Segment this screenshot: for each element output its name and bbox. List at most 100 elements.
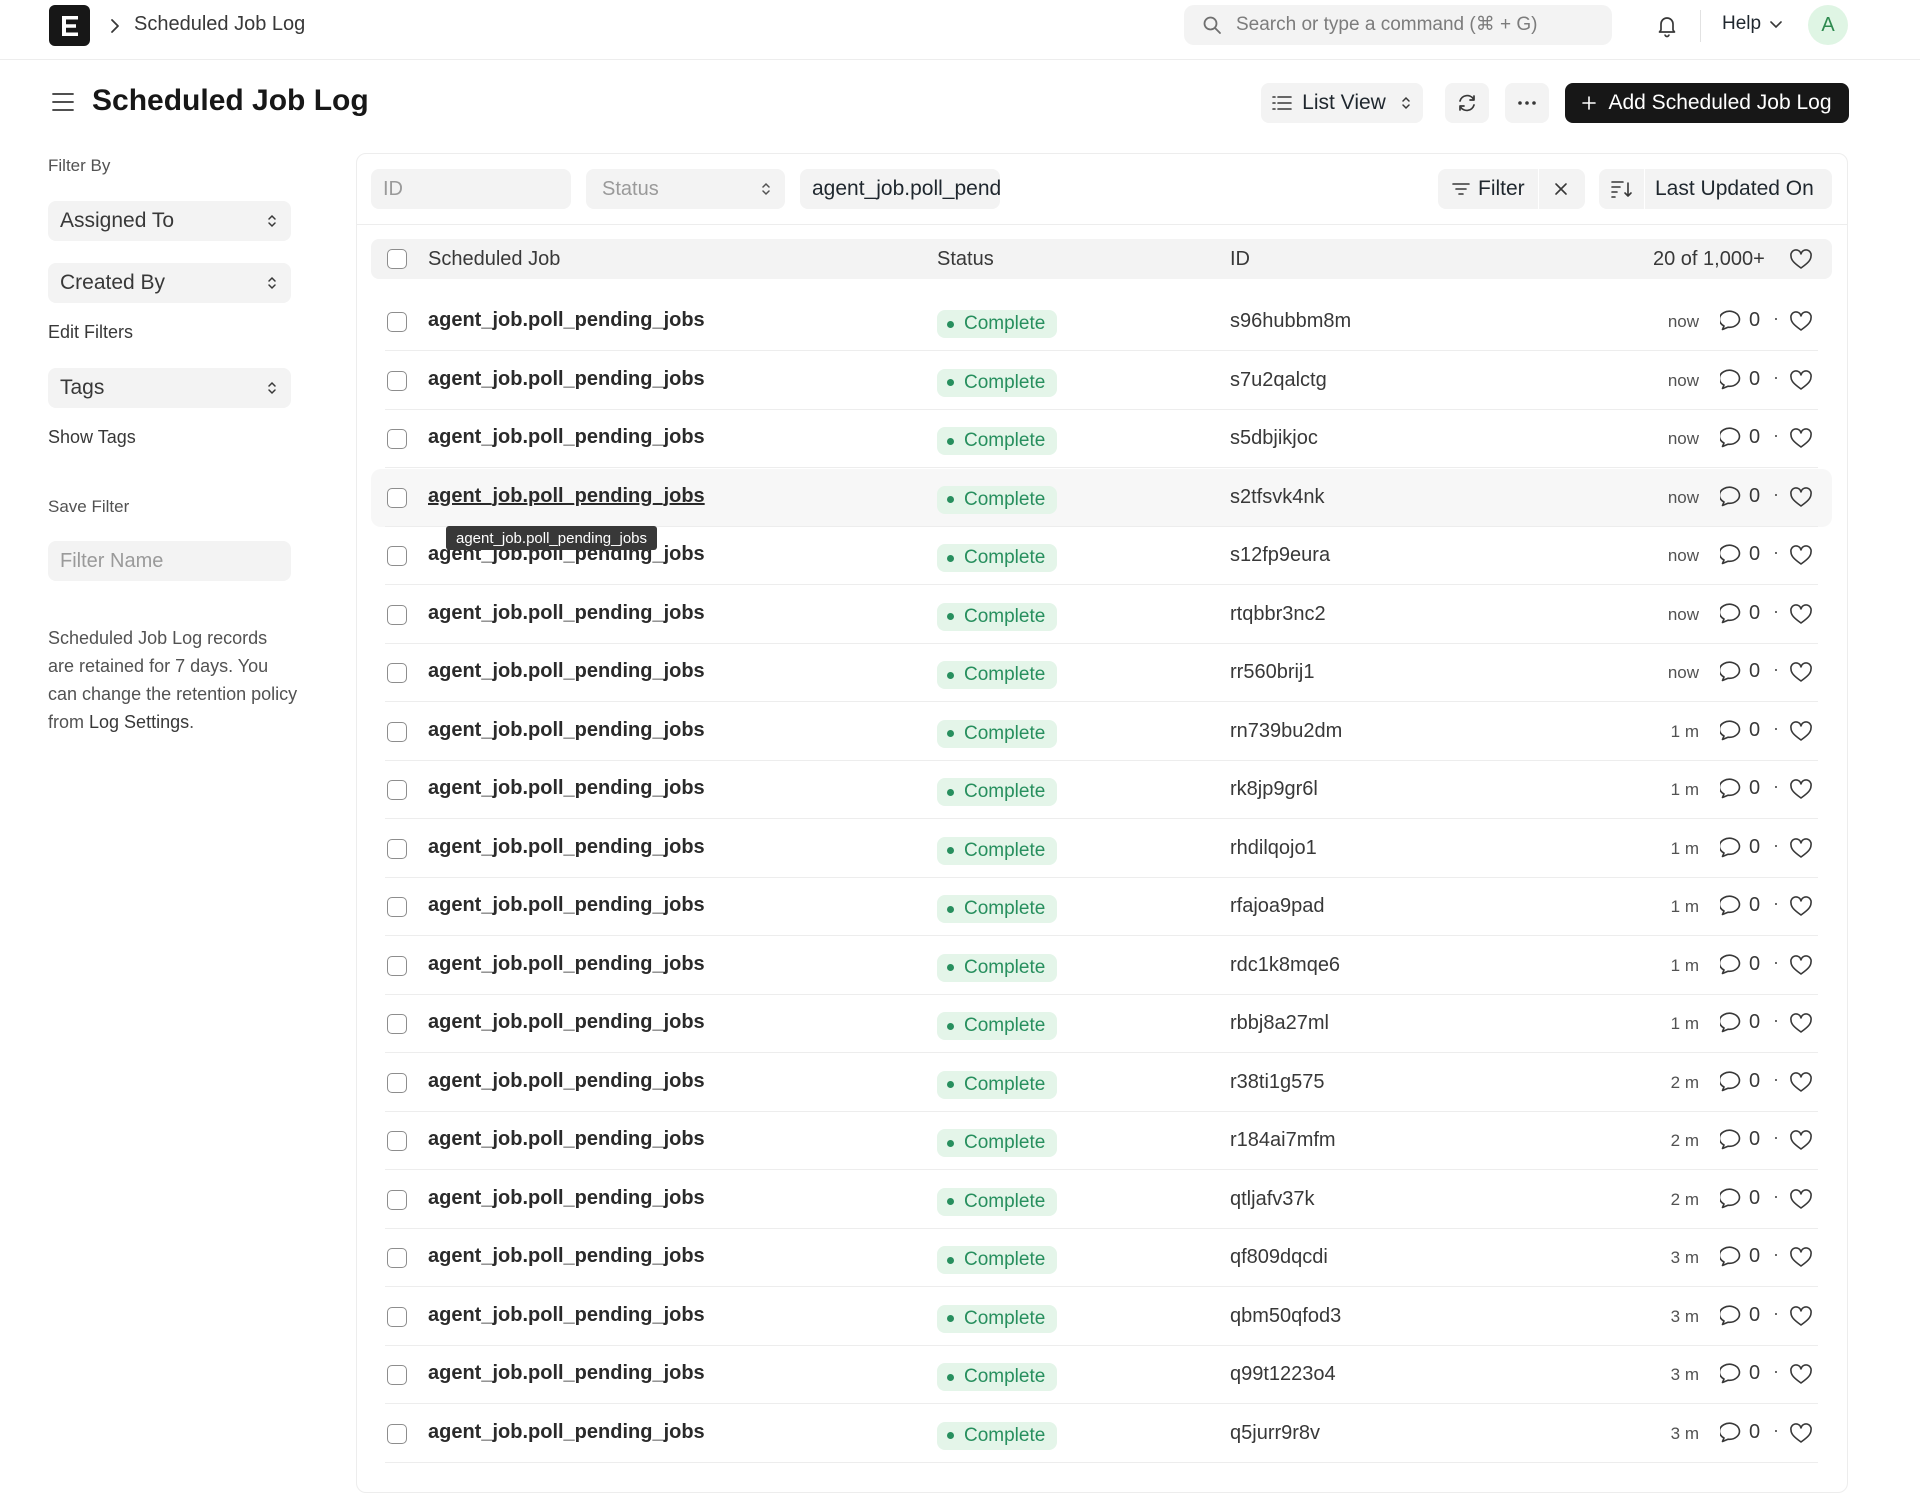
comment-icon[interactable] — [1720, 1304, 1744, 1326]
comment-icon[interactable] — [1720, 1245, 1744, 1267]
comment-icon[interactable] — [1720, 1011, 1744, 1033]
edit-filters-link[interactable]: Edit Filters — [48, 322, 133, 343]
table-row[interactable]: agent_job.poll_pending_jobs Complete r184a… — [371, 1112, 1832, 1170]
table-row[interactable]: agent_job.poll_pending_jobs Complete s7u2q… — [371, 352, 1832, 410]
table-row[interactable]: agent_job.poll_pending_jobs Complete rhdil… — [371, 820, 1832, 878]
table-row[interactable]: agent_job.poll_pending_jobs Complete rk8jp… — [371, 761, 1832, 819]
refresh-button[interactable] — [1445, 83, 1489, 123]
heart-icon[interactable] — [1789, 662, 1813, 683]
comment-icon[interactable] — [1720, 1070, 1744, 1092]
heart-icon[interactable] — [1789, 249, 1813, 270]
comment-icon[interactable] — [1720, 1187, 1744, 1209]
row-checkbox[interactable] — [387, 1072, 407, 1093]
scheduled-job-link[interactable]: agent_job.poll_pending_jobs — [428, 660, 705, 683]
table-row[interactable]: agent_job.poll_pending_jobs Complete qbm50… — [371, 1288, 1832, 1346]
heart-icon[interactable] — [1789, 428, 1813, 449]
heart-icon[interactable] — [1789, 369, 1813, 391]
breadcrumb[interactable]: Scheduled Job Log — [134, 13, 305, 36]
scheduled-job-link[interactable]: agent_job.poll_pending_jobs — [428, 1245, 705, 1268]
list-view-switcher[interactable]: List View — [1261, 83, 1423, 123]
heart-icon[interactable] — [1789, 486, 1813, 508]
comment-icon[interactable] — [1720, 1421, 1744, 1443]
hamburger-menu-icon[interactable] — [51, 91, 75, 113]
row-checkbox[interactable] — [387, 312, 407, 332]
row-checkbox[interactable] — [387, 838, 407, 859]
scheduled-job-link[interactable]: agent_job.poll_pending_jobs — [428, 485, 705, 508]
heart-icon[interactable] — [1789, 545, 1813, 566]
show-tags-link[interactable]: Show Tags — [48, 427, 136, 448]
scheduled-job-link[interactable]: agent_job.poll_pending_jobs — [428, 1362, 705, 1385]
tags-select[interactable]: Tags — [48, 368, 291, 408]
table-row[interactable]: agent_job.poll_pending_jobs Complete q99t1… — [371, 1346, 1832, 1404]
more-actions-button[interactable] — [1505, 83, 1549, 123]
add-scheduled-job-log-button[interactable]: Add Scheduled Job Log — [1565, 83, 1849, 123]
scheduled-job-link[interactable]: agent_job.poll_pending_jobs — [428, 602, 705, 625]
created-by-select[interactable]: Created By — [48, 263, 291, 303]
heart-icon[interactable] — [1789, 1305, 1813, 1327]
table-row[interactable]: agent_job.poll_pending_jobs Complete r38ti… — [371, 1054, 1832, 1112]
scheduled-job-link[interactable]: agent_job.poll_pending_jobs — [428, 1070, 705, 1093]
scheduled-job-link[interactable]: agent_job.poll_pending_jobs — [428, 777, 705, 800]
comment-icon[interactable] — [1720, 1128, 1744, 1150]
row-checkbox[interactable] — [387, 1189, 407, 1210]
scheduled-job-link[interactable]: agent_job.poll_pending_jobs — [428, 894, 705, 917]
bell-icon[interactable] — [1655, 13, 1679, 38]
heart-icon[interactable] — [1789, 311, 1813, 332]
assigned-to-select[interactable]: Assigned To — [48, 201, 291, 241]
heart-icon[interactable] — [1789, 896, 1813, 917]
search-input[interactable] — [1236, 14, 1596, 36]
heart-icon[interactable] — [1789, 1130, 1813, 1151]
table-row[interactable]: agent_job.poll_pending_jobs Complete rr560… — [371, 644, 1832, 702]
comment-icon[interactable] — [1720, 485, 1744, 507]
comment-icon[interactable] — [1720, 368, 1744, 390]
table-row[interactable]: agent_job.poll_pending_jobs Complete s2tfs… — [371, 468, 1832, 527]
table-row[interactable]: agent_job.poll_pending_jobs Complete q5jur… — [371, 1405, 1832, 1463]
scheduled-job-filter-input[interactable]: agent_job.poll_pending_jobs — [800, 169, 1000, 209]
status-filter-select[interactable]: Status — [586, 169, 785, 209]
heart-icon[interactable] — [1789, 1071, 1813, 1093]
row-checkbox[interactable] — [387, 1306, 407, 1327]
comment-icon[interactable] — [1720, 777, 1744, 799]
scheduled-job-link[interactable]: agent_job.poll_pending_jobs — [428, 1421, 705, 1444]
heart-icon[interactable] — [1789, 603, 1813, 625]
heart-icon[interactable] — [1789, 1188, 1813, 1210]
filter-button[interactable]: Filter — [1438, 169, 1585, 209]
comment-icon[interactable] — [1720, 719, 1744, 741]
select-all-checkbox[interactable] — [387, 249, 407, 269]
table-row[interactable]: agent_job.poll_pending_jobs Complete rn739… — [371, 703, 1832, 761]
scheduled-job-link[interactable]: agent_job.poll_pending_jobs — [428, 1304, 705, 1327]
table-row[interactable]: agent_job.poll_pending_jobs Complete qf809… — [371, 1229, 1832, 1287]
row-checkbox[interactable] — [387, 1365, 407, 1385]
avatar[interactable]: A — [1808, 5, 1848, 45]
scheduled-job-link[interactable]: agent_job.poll_pending_jobs — [428, 309, 705, 332]
help-dropdown[interactable]: Help — [1722, 13, 1783, 35]
heart-icon[interactable] — [1789, 1247, 1813, 1268]
scheduled-job-link[interactable]: agent_job.poll_pending_jobs — [428, 368, 705, 391]
search-bar[interactable] — [1184, 5, 1612, 45]
scheduled-job-link[interactable]: agent_job.poll_pending_jobs — [428, 953, 705, 976]
comment-icon[interactable] — [1720, 953, 1744, 975]
heart-icon[interactable] — [1789, 954, 1813, 976]
scheduled-job-link[interactable]: agent_job.poll_pending_jobs — [428, 719, 705, 742]
table-row[interactable]: agent_job.poll_pending_jobs Complete rdc1k… — [371, 937, 1832, 995]
row-checkbox[interactable] — [387, 370, 407, 391]
comment-icon[interactable] — [1720, 543, 1744, 565]
sort-order-icon[interactable] — [1611, 180, 1633, 198]
heart-icon[interactable] — [1789, 1364, 1813, 1385]
scheduled-job-link[interactable]: agent_job.poll_pending_jobs — [428, 426, 705, 449]
row-checkbox[interactable] — [387, 487, 407, 508]
heart-icon[interactable] — [1789, 837, 1813, 859]
comment-icon[interactable] — [1720, 602, 1744, 624]
comment-icon[interactable] — [1720, 836, 1744, 858]
row-checkbox[interactable] — [387, 955, 407, 976]
table-row[interactable]: agent_job.poll_pending_jobs Complete qtlja… — [371, 1171, 1832, 1229]
filter-name-input[interactable] — [48, 541, 291, 581]
row-checkbox[interactable] — [387, 429, 407, 449]
row-checkbox[interactable] — [387, 1014, 407, 1034]
table-row[interactable]: agent_job.poll_pending_jobs Complete s96hu… — [371, 293, 1832, 351]
row-checkbox[interactable] — [387, 604, 407, 625]
table-row[interactable]: agent_job.poll_pending_jobs Complete s5dbj… — [371, 410, 1832, 468]
heart-icon[interactable] — [1789, 1422, 1813, 1444]
scheduled-job-link[interactable]: agent_job.poll_pending_jobs — [428, 1128, 705, 1151]
id-filter-input[interactable] — [371, 169, 571, 209]
